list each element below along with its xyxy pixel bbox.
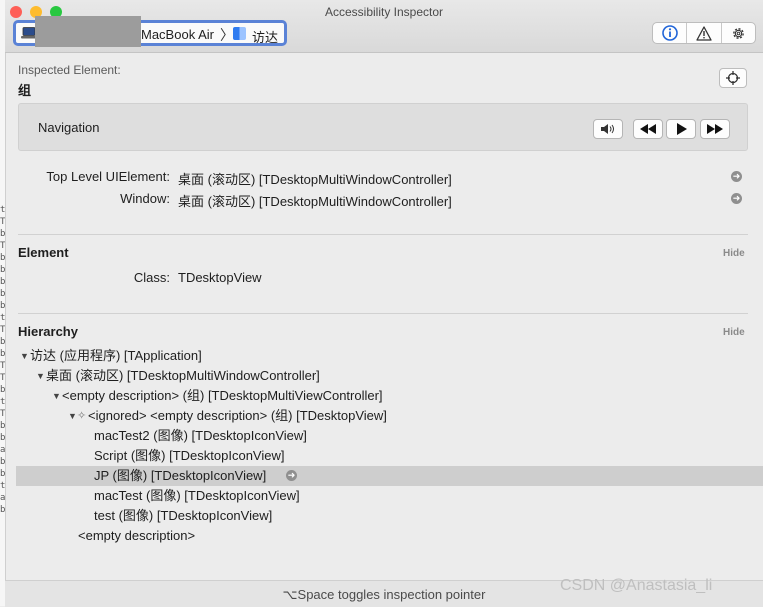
disclosure-triangle-icon[interactable]: ▼ [36, 366, 45, 386]
navigation-label: Navigation [38, 120, 100, 135]
ignored-marker-icon: ✧ [77, 410, 87, 422]
hierarchy-section-title: Hierarchy [18, 324, 78, 339]
audit-button[interactable] [687, 23, 722, 43]
finder-icon [233, 27, 246, 40]
info-button[interactable] [653, 23, 688, 43]
tree-row-label: 桌面 (滚动区) [TDesktopMultiWindowController] [46, 368, 320, 383]
goto-window-icon[interactable]: ➜ [731, 193, 742, 204]
tree-row-label: Script (图像) [TDesktopIconView] [94, 448, 285, 463]
tree-row[interactable]: ▼ ✧ <ignored> <empty description> (组) [T… [5, 406, 763, 426]
inspected-element-value: 组 [18, 83, 32, 98]
element-hide-link[interactable]: Hide [723, 248, 745, 259]
inspector-mode-segments [652, 22, 756, 44]
tree-row-label: JP (图像) [TDesktopIconView] [94, 468, 267, 483]
tree-row[interactable]: ▼ 桌面 (滚动区) [TDesktopMultiWindowControlle… [5, 366, 763, 386]
tree-row-label: <ignored> <empty description> (组) [TDesk… [88, 408, 387, 423]
previous-button[interactable] [633, 119, 663, 139]
tree-row-label: <empty description> (组) [TDesktopMultiVi… [62, 388, 383, 403]
speaker-icon [601, 124, 614, 134]
separator [18, 313, 748, 314]
window-key: Window: [120, 191, 170, 206]
element-section-title: Element [18, 245, 69, 260]
gear-icon [732, 27, 744, 39]
disclosure-triangle-icon[interactable]: ▼ [52, 386, 61, 406]
tree-row-label: macTest2 (图像) [TDesktopIconView] [94, 428, 307, 443]
top-level-element-key: Top Level UIElement: [46, 169, 170, 184]
tree-row[interactable]: macTest (图像) [TDesktopIconView] [5, 486, 763, 506]
window-value: 桌面 (滚动区) [TDesktopMultiWindowController] [178, 194, 452, 209]
hierarchy-hide-link[interactable]: Hide [723, 327, 745, 338]
inspector-content: Inspected Element: 组 Navigation Top Leve… [5, 53, 763, 579]
play-icon [677, 123, 687, 135]
class-key: Class: [133, 270, 170, 285]
play-button[interactable] [666, 119, 696, 139]
tree-row[interactable]: Script (图像) [TDesktopIconView] [5, 446, 763, 466]
next-button[interactable] [700, 119, 730, 139]
separator [18, 234, 748, 235]
path-chevron: 〉 [220, 27, 234, 43]
fast-forward-icon [707, 124, 723, 134]
rewind-icon [640, 124, 656, 134]
navigation-panel: Navigation [18, 103, 748, 151]
inspected-element-label: Inspected Element: [18, 63, 121, 77]
disclosure-triangle-icon[interactable]: ▼ [68, 406, 77, 426]
tree-row-label: macTest (图像) [TDesktopIconView] [94, 488, 300, 503]
tree-row[interactable]: macTest2 (图像) [TDesktopIconView] [5, 426, 763, 446]
tree-row-label: test (图像) [TDesktopIconView] [94, 508, 273, 523]
tree-row-label: <empty description> [78, 528, 196, 543]
device-name: MacBook Air [141, 27, 214, 42]
tree-row-label: 访达 (应用程序) [TApplication] [30, 348, 202, 363]
watermark: CSDN @Anastasia_li [560, 577, 713, 594]
speak-button[interactable] [593, 119, 623, 139]
info-icon [661, 25, 678, 41]
goto-top-level-icon[interactable]: ➜ [731, 171, 742, 182]
warning-icon [696, 25, 712, 41]
disclosure-triangle-icon[interactable]: ▼ [20, 346, 29, 366]
tree-row-selected[interactable]: JP (图像) [TDesktopIconView] ➜ [16, 466, 763, 486]
class-value: TDesktopView [178, 270, 262, 285]
settings-button[interactable] [722, 23, 755, 43]
tree-row[interactable]: ▼ 访达 (应用程序) [TApplication] [5, 346, 763, 366]
goto-element-icon[interactable]: ➜ [286, 470, 297, 481]
top-level-element-value: 桌面 (滚动区) [TDesktopMultiWindowController] [178, 172, 452, 187]
app-name: 访达 [252, 30, 279, 45]
tree-row[interactable]: <empty description> [5, 526, 763, 546]
inspection-pointer-button[interactable] [719, 68, 747, 88]
title-bar: Accessibility Inspector MacBook Air 〉 访达 [5, 0, 763, 53]
tree-row[interactable]: test (图像) [TDesktopIconView] [5, 506, 763, 526]
tree-row[interactable]: ▼ <empty description> (组) [TDesktopMulti… [5, 386, 763, 406]
redacted-region [35, 16, 141, 47]
crosshair-icon [726, 71, 740, 85]
